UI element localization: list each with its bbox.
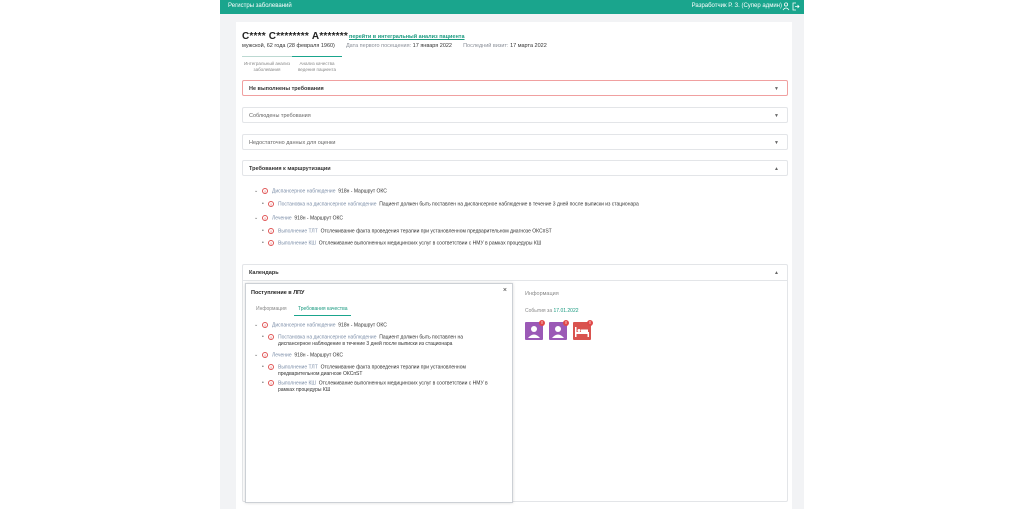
- top-bar: Регистры заболеваний Разработчик Р. З. (…: [220, 0, 804, 14]
- tree-leaf[interactable]: •! Выполнение КШ Отслеживание выполненных…: [262, 240, 541, 248]
- calendar-header[interactable]: Календарь ▲: [243, 265, 787, 281]
- popup-tab-info[interactable]: Информация: [256, 306, 287, 316]
- user-icon[interactable]: [782, 2, 790, 11]
- accordion-title: Не выполнены требования: [249, 86, 324, 92]
- tree-leaf-link[interactable]: Выполнение КШ: [278, 240, 316, 246]
- warning-icon: !: [268, 201, 274, 207]
- tree-leaf-continued: диспансерное наблюдение в течение 3 дней…: [278, 341, 452, 349]
- chevron-up-icon: ▲: [774, 270, 779, 276]
- app-window: Регистры заболеваний Разработчик Р. З. (…: [220, 0, 804, 509]
- last-visit-label: Последний визит:: [463, 43, 509, 49]
- warning-icon: !: [268, 334, 274, 340]
- tree-node[interactable]: ⌄! Лечение 918н - Маршрут ОКС: [254, 215, 343, 223]
- accordion-fulfilled[interactable]: Соблюдены требования ▼: [242, 107, 788, 123]
- tree-node-text: 918н - Маршрут ОКС: [338, 322, 387, 329]
- accordion-routing[interactable]: Требования к маршрутизации ▲: [242, 160, 788, 176]
- app-title[interactable]: Регистры заболеваний: [228, 3, 292, 9]
- tree-node[interactable]: ⌄! Диспансерное наблюдение 918н - Маршрут…: [254, 322, 387, 330]
- patient-demographics: мужской, 62 года (28 февраля 1960): [242, 43, 335, 49]
- tree-node-text: 918н - Маршрут ОКС: [294, 215, 344, 222]
- last-visit-value: 17 марта 2022: [510, 43, 547, 49]
- tree-leaf-link[interactable]: Выполнение ТЛТ: [278, 364, 318, 370]
- accordion-title: Соблюдены требования: [249, 113, 311, 119]
- tree-node[interactable]: ⌄! Диспансерное наблюдение 918н - Маршрут…: [254, 188, 387, 196]
- tree-leaf[interactable]: •! Выполнение ТЛТ Отслеживание факта пров…: [262, 228, 552, 236]
- tab-quality-analysis[interactable]: Анализ качества ведения пациента: [292, 56, 342, 74]
- warning-icon: !: [262, 188, 268, 194]
- tree-node-link[interactable]: Лечение: [272, 215, 292, 221]
- alert-badge: !: [563, 320, 569, 326]
- tree-leaf-text: Отслеживание факта проведения терапии пр…: [320, 364, 466, 371]
- tree-node-link[interactable]: Лечение: [272, 352, 292, 358]
- warning-icon: !: [262, 322, 268, 328]
- event-popup: Поступление в ЛПУ × Информация Требовани…: [245, 283, 513, 503]
- first-visit-label: Дата первого посещения:: [345, 43, 412, 49]
- accordion-title: Требования к маршрутизации: [249, 166, 331, 172]
- chevron-down-icon[interactable]: ⌄: [254, 188, 262, 195]
- doctor-icon[interactable]: !: [525, 320, 545, 340]
- logout-icon[interactable]: [792, 2, 800, 11]
- warning-icon: !: [262, 215, 268, 221]
- chevron-down-icon[interactable]: ⌄: [254, 352, 262, 359]
- tree-leaf-text: диспансерное наблюдение в течение 3 дней…: [278, 341, 453, 347]
- tree-node-text: 918н - Маршрут ОКС: [338, 188, 387, 195]
- tree-leaf-text: рамках процедуры КШ: [278, 387, 331, 393]
- current-user[interactable]: Разработчик Р. З. (Супер админ): [692, 3, 782, 9]
- popup-title: Поступление в ЛПУ: [251, 290, 305, 296]
- patient-name: С**** С******** А*******: [242, 31, 348, 42]
- tree-node-text: 918н - Маршрут ОКС: [294, 352, 344, 359]
- chevron-up-icon: ▲: [774, 166, 779, 172]
- popup-tab-quality[interactable]: Требования качества: [294, 306, 352, 316]
- tree-node[interactable]: ⌄! Лечение 918н - Маршрут ОКС: [254, 352, 343, 360]
- tree-leaf-link[interactable]: Выполнение ТЛТ: [278, 228, 318, 234]
- tree-leaf-text: Отслеживание выполненных медицинских усл…: [318, 380, 488, 387]
- warning-icon: !: [262, 352, 268, 358]
- accordion-title: Недостаточно данных для оценки: [249, 140, 336, 146]
- chevron-down-icon: ▼: [774, 140, 779, 146]
- tree-leaf-text: Отслеживание выполненных медицинских усл…: [318, 240, 542, 247]
- accordion-insufficient-data[interactable]: Недостаточно данных для оценки ▼: [242, 134, 788, 150]
- alert-badge: !: [587, 320, 593, 326]
- tree-leaf-continued: предварительном диагнозе ОКСпST: [278, 371, 362, 379]
- tree-leaf[interactable]: •! Постановка на диспансерное наблюдение …: [262, 201, 639, 209]
- warning-icon: !: [268, 240, 274, 246]
- chevron-down-icon[interactable]: ⌄: [254, 322, 262, 329]
- hospital-bed-icon[interactable]: !: [573, 320, 593, 340]
- accordion-not-fulfilled[interactable]: Не выполнены требования ▼: [242, 80, 788, 96]
- events-prefix: События за: [525, 308, 553, 314]
- alert-badge: !: [539, 320, 545, 326]
- events-date[interactable]: 17.01.2022: [554, 308, 579, 314]
- tree-leaf-text: Пациент должен быть поставлен на: [379, 334, 463, 341]
- warning-icon: !: [268, 380, 274, 386]
- patient-meta: мужской, 62 года (28 февраля 1960) Дата …: [242, 43, 547, 49]
- main-content: С**** С******** А******* перейти в интег…: [236, 22, 792, 509]
- tree-node-link[interactable]: Диспансерное наблюдение: [272, 188, 335, 194]
- integral-analysis-link[interactable]: перейти в интегральный анализ пациента: [349, 34, 465, 40]
- tab-integral-analysis[interactable]: Интегральный анализ заболевания: [242, 56, 292, 74]
- close-icon[interactable]: ×: [503, 287, 507, 294]
- tree-leaf-continued: рамках процедуры КШ: [278, 387, 330, 395]
- warning-icon: !: [268, 364, 274, 370]
- tree-leaf-link[interactable]: Постановка на диспансерное наблюдение: [278, 334, 377, 340]
- doctor-icon[interactable]: !: [549, 320, 569, 340]
- tree-leaf-text: Пациент должен быть поставлен на диспанс…: [379, 201, 639, 208]
- events-label: События за 17.01.2022: [525, 308, 579, 314]
- info-label: Информация: [525, 291, 559, 297]
- tree-leaf-link[interactable]: Постановка на диспансерное наблюдение: [278, 201, 377, 207]
- tree-leaf-text: предварительном диагнозе ОКСпST: [278, 371, 363, 377]
- tree-node-link[interactable]: Диспансерное наблюдение: [272, 322, 335, 328]
- calendar-title: Календарь: [249, 270, 279, 276]
- first-visit-value: 17 января 2022: [412, 43, 452, 49]
- chevron-down-icon: ▼: [774, 113, 779, 119]
- tree-leaf-link[interactable]: Выполнение КШ: [278, 380, 316, 386]
- warning-icon: !: [268, 228, 274, 234]
- calendar-panel: Календарь ▲ Поступление в ЛПУ × Информац…: [242, 264, 788, 503]
- chevron-down-icon[interactable]: ⌄: [254, 215, 262, 222]
- tree-leaf-text: Отслеживание факта проведения терапии пр…: [320, 228, 552, 235]
- chevron-down-icon: ▼: [774, 86, 779, 92]
